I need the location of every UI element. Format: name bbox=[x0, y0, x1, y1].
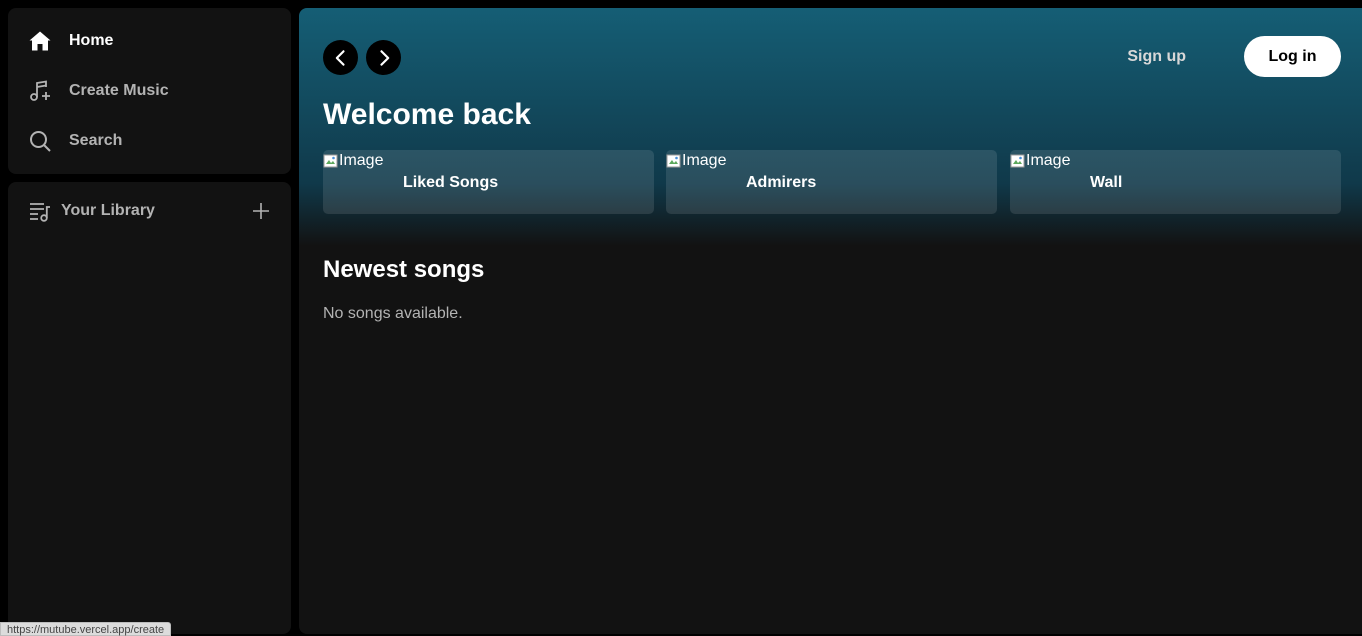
image-alt-text: Image bbox=[339, 152, 384, 169]
image-alt-text: Image bbox=[1026, 152, 1071, 169]
broken-image-icon bbox=[666, 153, 682, 169]
sidebar-item-search[interactable]: Search bbox=[28, 126, 122, 156]
app-root: Home Create Music Search Your Library Si… bbox=[0, 0, 1362, 636]
playlist-card-admirers[interactable]: Image Admirers bbox=[666, 150, 997, 214]
card-title: Liked Songs bbox=[403, 174, 499, 191]
sidebar-item-label: Create Music bbox=[69, 82, 169, 99]
search-icon bbox=[28, 129, 52, 153]
sidebar-nav: Home Create Music Search bbox=[8, 8, 291, 174]
library-header[interactable]: Your Library bbox=[28, 199, 273, 223]
newest-songs-heading: Newest songs bbox=[323, 256, 485, 283]
sidebar-item-label: Search bbox=[69, 132, 123, 149]
plus-icon[interactable] bbox=[249, 199, 273, 223]
forward-button[interactable] bbox=[366, 40, 401, 75]
library-label: Your Library bbox=[61, 202, 155, 219]
sidebar-item-label: Home bbox=[69, 32, 114, 49]
sidebar-item-home[interactable]: Home bbox=[28, 26, 113, 56]
card-image: Image bbox=[323, 152, 383, 170]
chevron-right-icon bbox=[379, 49, 389, 66]
music-plus-icon bbox=[28, 79, 52, 103]
image-alt-text: Image bbox=[682, 152, 727, 169]
login-button[interactable]: Log in bbox=[1244, 36, 1341, 77]
card-image: Image bbox=[1010, 152, 1070, 170]
home-icon bbox=[28, 29, 52, 53]
chevron-left-icon bbox=[335, 49, 345, 66]
card-image: Image bbox=[666, 152, 726, 170]
sidebar-item-create-music[interactable]: Create Music bbox=[28, 76, 169, 106]
main-content: Sign up Log in Welcome back Image Liked … bbox=[299, 8, 1362, 634]
library-icon bbox=[28, 199, 52, 223]
signup-button[interactable]: Sign up bbox=[1127, 46, 1186, 68]
card-title: Wall bbox=[1090, 174, 1123, 191]
empty-songs-message: No songs available. bbox=[323, 305, 463, 322]
page-title: Welcome back bbox=[323, 98, 531, 131]
card-title: Admirers bbox=[746, 174, 817, 191]
broken-image-icon bbox=[323, 153, 339, 169]
library-panel: Your Library bbox=[8, 182, 291, 634]
broken-image-icon bbox=[1010, 153, 1026, 169]
back-button[interactable] bbox=[323, 40, 358, 75]
status-bar-url: https://mutube.vercel.app/create bbox=[0, 622, 172, 636]
playlist-card-wall[interactable]: Image Wall bbox=[1010, 150, 1341, 214]
playlist-card-liked-songs[interactable]: Image Liked Songs bbox=[323, 150, 654, 214]
